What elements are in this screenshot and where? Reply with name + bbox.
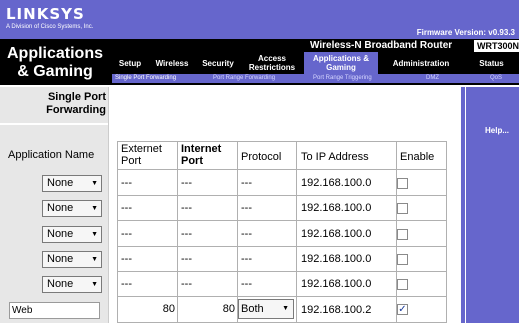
- protocol-cell: ---: [241, 177, 252, 189]
- application-select-value: None: [47, 202, 74, 214]
- subtab-single-port-forwarding[interactable]: Single Port Forwarding: [115, 74, 176, 83]
- linksys-logo: LINKSYS: [6, 5, 85, 23]
- section-title-line2: & Gaming: [17, 63, 93, 80]
- ip-address-cell: 192.168.100.0: [301, 278, 372, 290]
- header-internet-port: Internet Port: [181, 143, 222, 167]
- ip-address-cell: 192.168.100.2: [301, 304, 372, 316]
- left-divider: [0, 123, 108, 125]
- internet-port-cell: ---: [181, 278, 192, 290]
- enable-checkbox[interactable]: [397, 279, 408, 290]
- internet-port-cell: ---: [181, 202, 192, 214]
- dropdown-arrow-icon: ▼: [91, 281, 98, 288]
- left-title-line1: Single Port: [47, 91, 106, 103]
- table-border: [177, 141, 178, 323]
- application-name-label: Application Name: [8, 149, 95, 161]
- table-border: [117, 271, 447, 272]
- tab-status[interactable]: Status: [464, 52, 519, 74]
- subtab-port-range-forwarding[interactable]: Port Range Forwarding: [213, 74, 275, 83]
- help-panel: [465, 87, 519, 323]
- dropdown-arrow-icon: ▼: [91, 231, 98, 238]
- protocol-select-value: Both: [241, 303, 264, 315]
- external-port-cell: ---: [121, 177, 132, 189]
- table-border: [237, 141, 238, 323]
- protocol-cell: ---: [241, 202, 252, 214]
- table-border: [117, 246, 447, 247]
- table-border: [117, 296, 447, 297]
- subtab-qos[interactable]: QoS: [490, 74, 502, 83]
- table-border: [117, 220, 447, 221]
- table-border: [117, 141, 447, 142]
- ip-address-cell: 192.168.100.0: [301, 202, 372, 214]
- logo-subtitle: A Division of Cisco Systems, Inc.: [6, 24, 94, 30]
- model-number: WRT300N: [474, 40, 519, 52]
- application-select-value: None: [47, 253, 74, 265]
- protocol-select[interactable]: Both ▼: [238, 299, 294, 319]
- ip-address-cell: 192.168.100.0: [301, 228, 372, 240]
- application-select-value: None: [47, 278, 74, 290]
- main-content: [108, 87, 461, 323]
- firmware-version: Firmware Version: v0.93.3: [416, 28, 515, 37]
- header-to-ip-address: To IP Address: [301, 151, 369, 163]
- table-border: [117, 141, 118, 323]
- column-separator: [108, 87, 109, 323]
- application-select-3[interactable]: None ▼: [42, 226, 102, 243]
- subtab-bar: Single Port Forwarding Port Range Forwar…: [112, 74, 519, 83]
- application-select-1[interactable]: None ▼: [42, 175, 102, 192]
- tab-wireless[interactable]: Wireless: [148, 52, 196, 74]
- product-name: Wireless-N Broadband Router: [310, 40, 453, 51]
- subtab-port-range-triggering[interactable]: Port Range Triggering: [313, 74, 372, 83]
- application-select-2[interactable]: None ▼: [42, 200, 102, 217]
- dropdown-arrow-icon: ▼: [91, 180, 98, 187]
- table-border: [446, 141, 447, 323]
- external-port-cell: ---: [121, 228, 132, 240]
- header-protocol: Protocol: [241, 151, 282, 163]
- enable-checkbox[interactable]: [397, 254, 408, 265]
- external-port-input[interactable]: 80: [119, 299, 175, 319]
- protocol-cell: ---: [241, 278, 252, 290]
- protocol-cell: ---: [241, 228, 252, 240]
- help-link[interactable]: Help...: [485, 126, 509, 135]
- tab-applications-gaming[interactable]: Applications & Gaming: [304, 52, 378, 74]
- application-select-4[interactable]: None ▼: [42, 251, 102, 268]
- header-external-port: Externet Port: [121, 143, 162, 167]
- table-border: [117, 195, 447, 196]
- tab-administration[interactable]: Administration: [378, 52, 464, 74]
- left-section-title: Single Port Forwarding: [0, 91, 106, 117]
- main-tabs: Setup Wireless Security Access Restricti…: [112, 52, 519, 74]
- dropdown-arrow-icon: ▼: [91, 205, 98, 212]
- enable-checkbox-checked[interactable]: ✓: [397, 304, 408, 315]
- application-select-value: None: [47, 177, 74, 189]
- section-title: Applications & Gaming: [0, 45, 110, 81]
- internet-port-input[interactable]: 80: [179, 299, 235, 319]
- enable-checkbox[interactable]: [397, 178, 408, 189]
- protocol-cell: ---: [241, 253, 252, 265]
- tab-setup[interactable]: Setup: [112, 52, 148, 74]
- external-port-cell: ---: [121, 253, 132, 265]
- enable-checkbox[interactable]: [397, 203, 408, 214]
- internet-port-cell: ---: [181, 253, 192, 265]
- application-name-input[interactable]: Web: [9, 302, 100, 319]
- enable-checkbox[interactable]: [397, 229, 408, 240]
- application-select-5[interactable]: None ▼: [42, 276, 102, 293]
- tab-security[interactable]: Security: [196, 52, 240, 74]
- section-title-line1: Applications: [6, 45, 103, 62]
- tab-access-restrictions[interactable]: Access Restrictions: [240, 52, 304, 74]
- table-border: [117, 169, 447, 170]
- external-port-cell: ---: [121, 278, 132, 290]
- left-title-line2: Forwarding: [46, 104, 106, 116]
- dropdown-arrow-icon: ▼: [91, 256, 98, 263]
- table-border: [296, 141, 297, 323]
- application-select-value: None: [47, 228, 74, 240]
- external-port-cell: ---: [121, 202, 132, 214]
- dropdown-arrow-icon: ▼: [282, 305, 289, 312]
- ip-address-cell: 192.168.100.0: [301, 253, 372, 265]
- internet-port-cell: ---: [181, 228, 192, 240]
- internet-port-cell: ---: [181, 177, 192, 189]
- header-enable: Enable: [400, 151, 435, 163]
- subtab-dmz[interactable]: DMZ: [426, 74, 439, 83]
- ip-address-cell: 192.168.100.0: [301, 177, 372, 189]
